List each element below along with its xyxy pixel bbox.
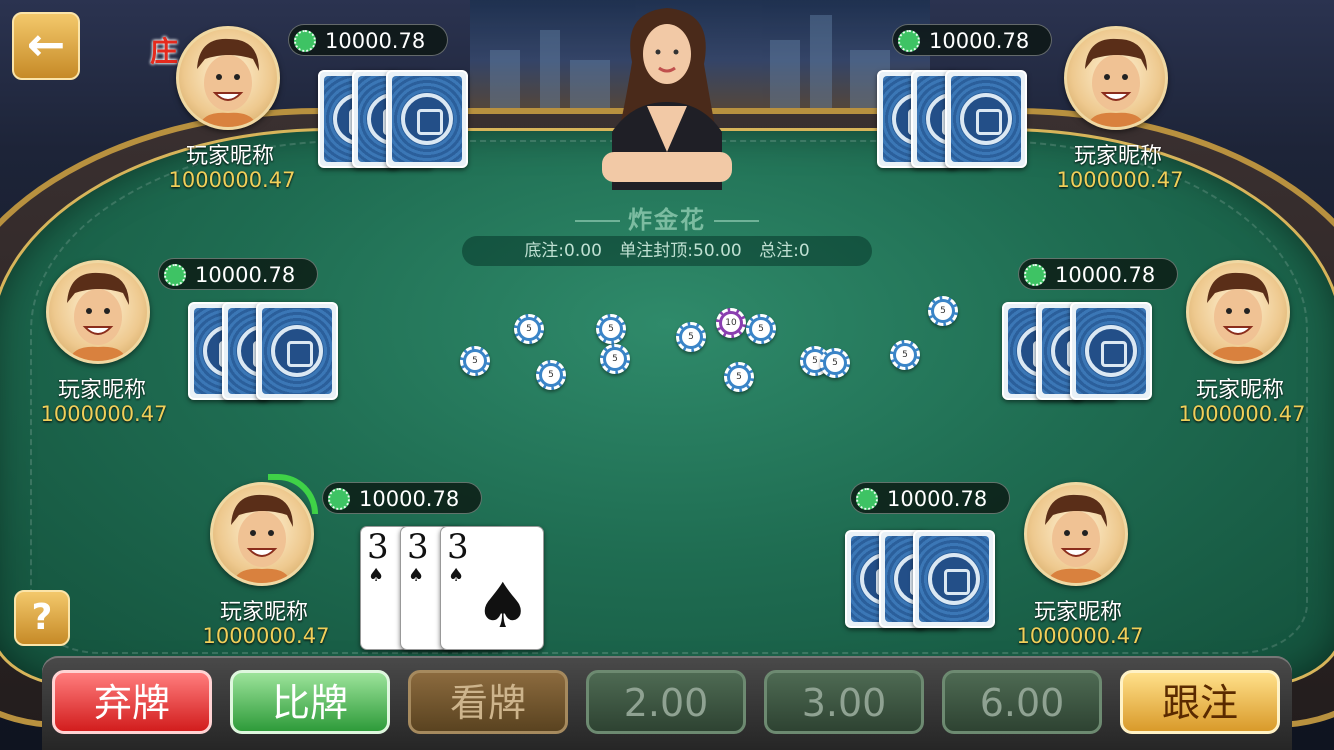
bet-2-button[interactable]: 2.00: [586, 670, 746, 734]
back-button[interactable]: ←: [12, 12, 80, 80]
player-avatar[interactable]: [1024, 482, 1128, 586]
help-button[interactable]: ?: [14, 590, 70, 646]
player-bet: 10000.78: [158, 258, 318, 290]
player-money: 1000000.47: [202, 624, 330, 648]
chip: 5: [536, 360, 566, 390]
chip: 10: [716, 308, 746, 338]
bet-3-button[interactable]: 3.00: [764, 670, 924, 734]
card-back: [945, 70, 1027, 168]
chip: 5: [460, 346, 490, 376]
player-avatar[interactable]: [46, 260, 150, 364]
player-avatar[interactable]: [210, 482, 314, 586]
player-name: 玩家昵称: [1033, 600, 1122, 625]
player-name: 玩家昵称: [1073, 144, 1162, 169]
card-back: [913, 530, 995, 628]
player-avatar[interactable]: [1064, 26, 1168, 130]
base-bet: 底注:0.00: [524, 241, 602, 261]
chip: 5: [724, 362, 754, 392]
player-name: 玩家昵称: [185, 144, 274, 169]
player-money: 1000000.47: [1056, 168, 1184, 192]
chip: 5: [676, 322, 706, 352]
coin-icon: [1024, 264, 1046, 286]
player-money: 1000000.47: [168, 168, 296, 192]
coin-icon: [328, 488, 350, 510]
card-back: [256, 302, 338, 400]
player-name: 玩家昵称: [1195, 378, 1284, 403]
player-money: 1000000.47: [1178, 402, 1306, 426]
coin-icon: [164, 264, 186, 286]
spade-icon: ♠: [475, 569, 531, 642]
chip: 5: [596, 314, 626, 344]
player-bet: 10000.78: [850, 482, 1010, 514]
player-name: 玩家昵称: [57, 378, 146, 403]
chip: 5: [820, 348, 850, 378]
total-bet: 总注:0: [759, 241, 810, 261]
coin-icon: [294, 30, 316, 52]
player-money: 1000000.47: [1016, 624, 1144, 648]
coin-icon: [856, 488, 878, 510]
card-back: [386, 70, 468, 168]
chip: 5: [746, 314, 776, 344]
chip: 5: [928, 296, 958, 326]
coin-icon: [898, 30, 920, 52]
single-bet-cap: 单注封顶:50.00: [619, 241, 742, 261]
game-title: 炸金花: [550, 200, 784, 235]
player-name: 玩家昵称: [219, 600, 308, 625]
card-back: [1070, 302, 1152, 400]
dealer-image: [602, 8, 732, 190]
fold-button[interactable]: 弃牌: [52, 670, 212, 734]
chip: 5: [514, 314, 544, 344]
player-avatar[interactable]: [1186, 260, 1290, 364]
player-bet: 10000.78: [288, 24, 448, 56]
player-bet: 10000.78: [322, 482, 482, 514]
player-bet: 10000.78: [1018, 258, 1178, 290]
bet-info-bar: 底注:0.00 单注封顶:50.00 总注:0: [462, 236, 872, 266]
chip: 5: [890, 340, 920, 370]
look-cards-button[interactable]: 看牌: [408, 670, 568, 734]
player-bet: 10000.78: [892, 24, 1052, 56]
my-card[interactable]: 3♠♠: [440, 526, 544, 650]
bet-6-button[interactable]: 6.00: [942, 670, 1102, 734]
player-avatar[interactable]: [176, 26, 280, 130]
compare-button[interactable]: 比牌: [230, 670, 390, 734]
player-money: 1000000.47: [40, 402, 168, 426]
arrow-left-icon: ←: [26, 17, 66, 71]
chip: 5: [600, 344, 630, 374]
follow-button[interactable]: 跟注: [1120, 670, 1280, 734]
